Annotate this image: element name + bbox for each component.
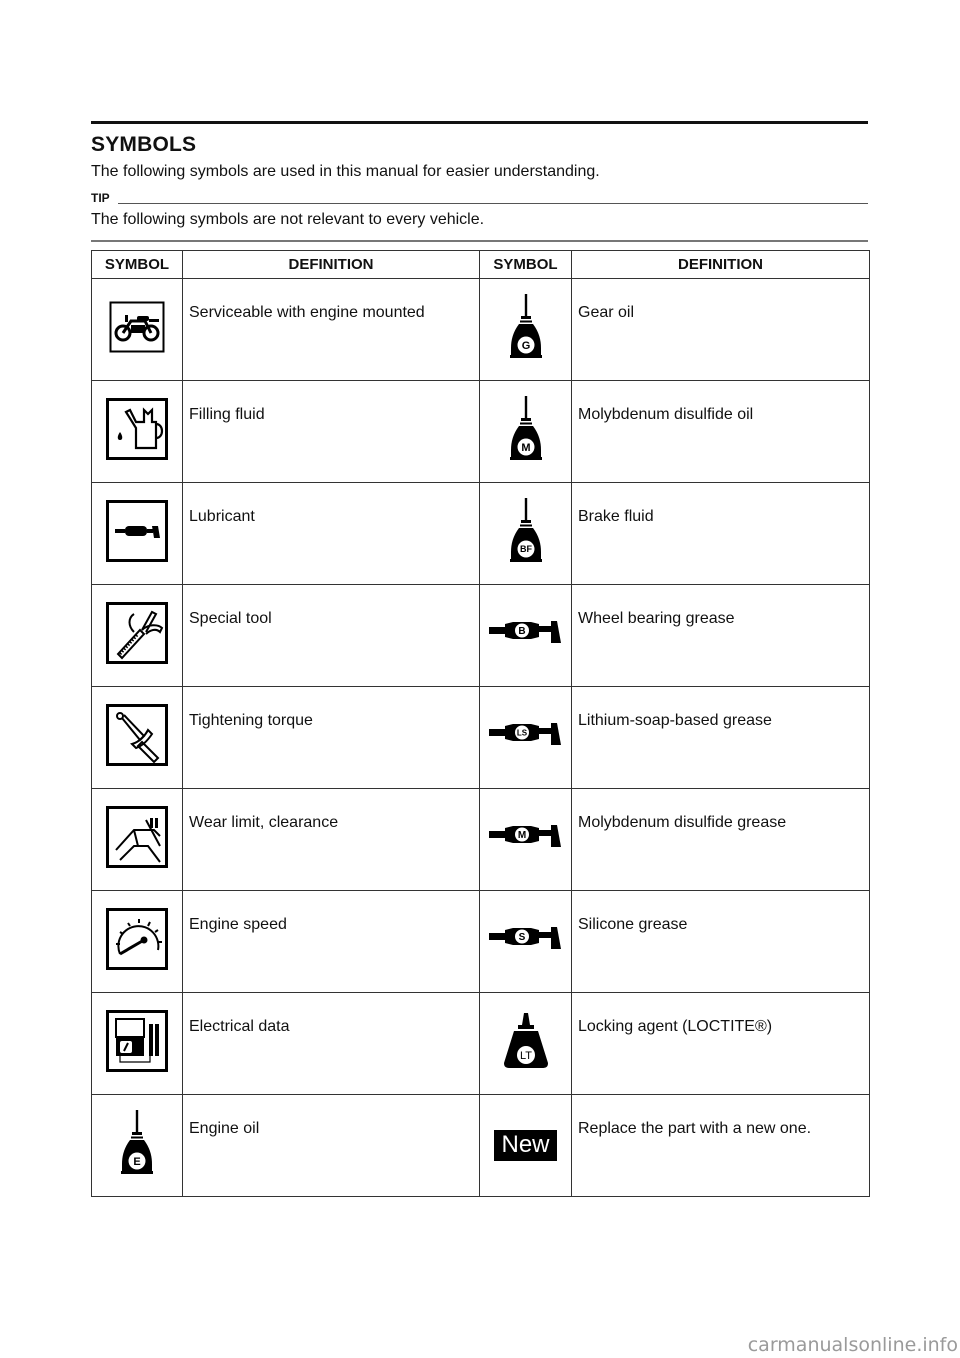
definition-cell-right: Gear oil: [571, 278, 870, 381]
svg-text:M: M: [517, 830, 525, 841]
symbol-cell-right: M: [479, 380, 572, 483]
tip-text: The following symbols are not relevant t…: [91, 211, 485, 228]
symbol-cell-right: New: [479, 1094, 572, 1197]
definition-cell-left: Engine oil: [182, 1094, 480, 1197]
svg-text:B: B: [518, 626, 525, 637]
table-row: E Engine oil New Replace the part with a ne…: [91, 1094, 870, 1197]
header-symbol-left: SYMBOL: [91, 250, 183, 279]
table-row: Lubricant BF Brake fluid: [91, 482, 870, 585]
table-row: Tightening torque LS Lithium-soap-based gr…: [91, 686, 870, 789]
svg-text:G: G: [521, 340, 530, 352]
header-symbol-right: SYMBOL: [479, 250, 572, 279]
table-row: Electrical data LT Locking agent (LOCTITE®…: [91, 992, 870, 1095]
definition-cell-left: Lubricant: [182, 482, 480, 585]
symbol-cell-right: LT: [479, 992, 572, 1095]
definition-cell-left: Filling fluid: [182, 380, 480, 483]
table-row: Wear limit, clearance M Molybdenum disulfi…: [91, 788, 870, 891]
tip-divider: [118, 203, 868, 204]
definition-cell-right: Brake fluid: [571, 482, 870, 585]
symbol-cell-right: S: [479, 890, 572, 993]
top-rule: [91, 121, 868, 124]
special-tool-icon: [106, 602, 168, 669]
definition-cell-right: Replace the part with a new one.: [571, 1094, 870, 1197]
symbol-cell-left: [91, 584, 183, 687]
tachometer-icon: [106, 908, 168, 975]
section-intro: The following symbols are used in this m…: [91, 163, 600, 180]
symbol-cell-left: [91, 788, 183, 891]
grease-gun-icon: B: [487, 619, 565, 652]
definition-cell-left: Tightening torque: [182, 686, 480, 789]
definition-cell-left: Electrical data: [182, 992, 480, 1095]
definition-cell-left: Serviceable with engine mounted: [182, 278, 480, 381]
table-row: Engine speed S Silicone grease: [91, 890, 870, 993]
table-row: Special tool B Wheel bearing grease: [91, 584, 870, 687]
table-row: Filling fluid M Molybdenum disulfide oil: [91, 380, 870, 483]
svg-text:LS: LS: [516, 728, 527, 737]
definition-cell-right: Molybdenum disulfide grease: [571, 788, 870, 891]
definition-cell-right: Lithium-soap-based grease: [571, 686, 870, 789]
torque-wrench-icon: [106, 704, 168, 771]
motorcycle-icon: [109, 301, 165, 358]
tip-label: TIP: [91, 191, 110, 205]
table-row: Serviceable with engine mounted G Gear oil: [91, 278, 870, 381]
definition-cell-right: Wheel bearing grease: [571, 584, 870, 687]
header-definition-right: DEFINITION: [571, 250, 870, 279]
filling-fluid-icon: [106, 398, 168, 465]
tip-header: TIP: [91, 191, 868, 207]
grease-gun-icon: M: [487, 823, 565, 856]
table-header-row: SYMBOL DEFINITION SYMBOL DEFINITION: [91, 250, 870, 279]
symbol-cell-right: B: [479, 584, 572, 687]
oil-can-icon: E: [120, 1110, 154, 1181]
svg-text:BF: BF: [520, 544, 532, 554]
symbol-cell-right: M: [479, 788, 572, 891]
symbol-cell-left: [91, 992, 183, 1095]
watermark: carmanualsonline.info: [747, 1334, 958, 1356]
new-badge-icon: New: [494, 1130, 557, 1161]
svg-text:S: S: [518, 932, 525, 943]
caliper-icon: [106, 806, 168, 873]
symbol-cell-left: [91, 380, 183, 483]
symbol-cell-right: BF: [479, 482, 572, 585]
oil-can-icon: M: [509, 396, 543, 467]
definition-cell-right: Silicone grease: [571, 890, 870, 993]
oil-can-icon: BF: [509, 498, 543, 569]
symbol-cell-right: G: [479, 278, 572, 381]
definition-cell-right: Molybdenum disulfide oil: [571, 380, 870, 483]
multimeter-icon: [106, 1010, 168, 1077]
oil-can-icon: G: [509, 294, 543, 365]
tip-end-divider: [91, 240, 868, 242]
symbol-cell-right: LS: [479, 686, 572, 789]
section-title: SYMBOLS: [91, 133, 197, 156]
locking-agent-bottle-icon: LT: [500, 1011, 552, 1076]
symbol-cell-left: [91, 686, 183, 789]
svg-text:M: M: [521, 442, 530, 454]
grease-gun-icon: LS: [487, 721, 565, 754]
svg-text:LT: LT: [519, 1050, 531, 1062]
lubricant-icon: [106, 500, 168, 567]
svg-text:E: E: [133, 1156, 140, 1168]
definition-cell-left: Special tool: [182, 584, 480, 687]
header-definition-left: DEFINITION: [182, 250, 480, 279]
symbols-table: SYMBOL DEFINITION SYMBOL DEFINITION Serv…: [91, 250, 870, 1197]
grease-gun-icon: S: [487, 925, 565, 958]
symbol-cell-left: [91, 890, 183, 993]
symbol-cell-left: [91, 482, 183, 585]
symbol-cell-left: E: [91, 1094, 183, 1197]
definition-cell-left: Engine speed: [182, 890, 480, 993]
definition-cell-left: Wear limit, clearance: [182, 788, 480, 891]
definition-cell-right: Locking agent (LOCTITE®): [571, 992, 870, 1095]
symbol-cell-left: [91, 278, 183, 381]
